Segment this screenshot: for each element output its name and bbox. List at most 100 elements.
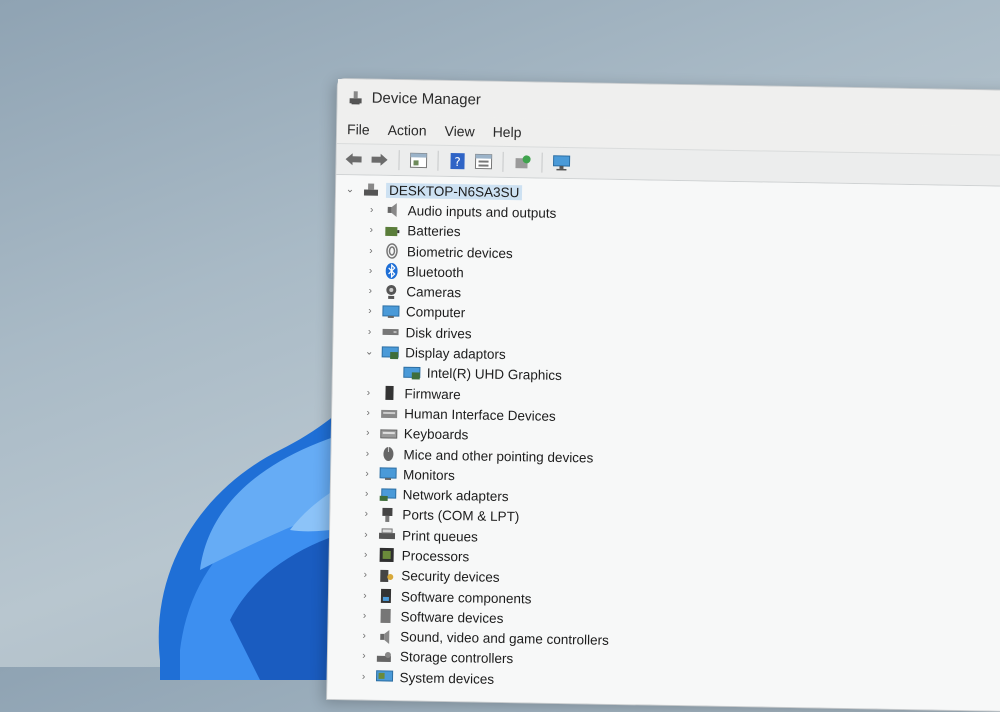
processor-icon: [378, 547, 396, 563]
menu-view[interactable]: View: [444, 123, 474, 140]
security-key-icon: [377, 568, 395, 584]
expand-chevron-icon[interactable]: ›: [361, 448, 373, 459]
device-manager-icon: [348, 89, 364, 105]
hid-icon: [380, 405, 398, 421]
tree-item-label: Biometric devices: [407, 244, 513, 261]
tree-item-label: Ports (COM & LPT): [402, 508, 519, 525]
tree-item-label: Human Interface Devices: [404, 406, 556, 424]
tree-item-label: Audio inputs and outputs: [408, 203, 557, 221]
tree-item-label: Batteries: [407, 223, 461, 239]
tree-item-label: Firmware: [404, 386, 461, 402]
tree-item-label: System devices: [399, 670, 494, 687]
computer-icon: [362, 182, 380, 198]
expand-chevron-icon[interactable]: ›: [358, 651, 370, 662]
tree-item-label: Monitors: [403, 467, 455, 483]
tree-item-label: Security devices: [401, 568, 500, 585]
expand-chevron-icon[interactable]: ›: [358, 631, 370, 642]
toolbar-separator: [398, 150, 399, 170]
collapse-chevron-icon[interactable]: ⌄: [363, 347, 375, 358]
monitor-icon: [379, 466, 397, 482]
tree-item-label: Print queues: [402, 528, 478, 544]
tree-item-label: Network adapters: [403, 487, 509, 504]
toolbar-separator: [541, 153, 542, 173]
mouse-icon: [379, 446, 397, 462]
tree-item-label: Cameras: [406, 284, 461, 300]
back-button[interactable]: [342, 148, 364, 170]
tree-item-label: Keyboards: [404, 426, 469, 442]
expand-chevron-icon[interactable]: ›: [359, 590, 371, 601]
tree-item-label: Mice and other pointing devices: [403, 447, 593, 465]
expand-chevron-icon[interactable]: ›: [361, 489, 373, 500]
expand-chevron-icon[interactable]: ›: [363, 326, 375, 337]
expand-chevron-icon[interactable]: ›: [361, 468, 373, 479]
expand-chevron-icon[interactable]: ›: [362, 407, 374, 418]
help-icon: ?: [449, 152, 465, 170]
fingerprint-icon: [383, 243, 401, 259]
tree-item-label: Software devices: [400, 609, 503, 626]
port-icon: [378, 507, 396, 523]
menu-action[interactable]: Action: [388, 122, 427, 139]
bluetooth-icon: [382, 263, 400, 279]
update-driver-icon: [513, 154, 531, 170]
monitor-icon: [382, 304, 400, 320]
back-icon: [344, 152, 362, 166]
forward-icon: [370, 153, 388, 167]
expand-chevron-icon[interactable]: ›: [364, 286, 376, 297]
tree-item-label: Software components: [401, 589, 532, 606]
expand-chevron-icon[interactable]: ›: [360, 549, 372, 560]
expand-chevron-icon[interactable]: ›: [357, 671, 369, 682]
toolbar-separator: [502, 152, 503, 172]
expand-chevron-icon[interactable]: ›: [359, 570, 371, 581]
device-tree: ⌄ DESKTOP-N6SA3SU › Audio inputs and out…: [327, 175, 1000, 711]
forward-button[interactable]: [368, 149, 390, 171]
device-manager-window: Device Manager File Action View Help ? ⌄…: [326, 78, 1000, 712]
properties-icon: [409, 152, 427, 168]
computer-name: DESKTOP-N6SA3SU: [386, 183, 523, 200]
storage-icon: [376, 649, 394, 665]
expand-chevron-icon[interactable]: ›: [362, 428, 374, 439]
update-driver-button[interactable]: [511, 151, 533, 173]
chip-icon: [380, 385, 398, 401]
menu-file[interactable]: File: [347, 121, 370, 137]
window-title: Device Manager: [372, 89, 481, 108]
properties-button[interactable]: [407, 149, 429, 171]
svg-text:?: ?: [454, 155, 461, 169]
display-adapter-icon: [403, 365, 421, 381]
software-device-icon: [376, 608, 394, 624]
help-button[interactable]: ?: [446, 150, 468, 172]
system-icon: [375, 669, 393, 685]
tree-item-label: Storage controllers: [400, 650, 514, 667]
display-adapter-icon: [381, 344, 399, 360]
tree-item-label: Bluetooth: [407, 264, 464, 280]
battery-icon: [383, 223, 401, 239]
expand-chevron-icon[interactable]: ›: [365, 225, 377, 236]
toolbar-separator: [437, 151, 438, 171]
expand-chevron-icon[interactable]: ›: [359, 610, 371, 621]
scan-hardware-icon: [552, 155, 570, 171]
tree-item-label: Display adaptors: [405, 345, 506, 362]
expand-chevron-icon[interactable]: ›: [362, 387, 374, 398]
camera-icon: [382, 283, 400, 299]
expand-chevron-icon[interactable]: ›: [364, 306, 376, 317]
view-icon: [474, 153, 492, 169]
software-component-icon: [377, 588, 395, 604]
expand-chevron-icon[interactable]: ›: [360, 509, 372, 520]
scan-hardware-button[interactable]: [550, 152, 572, 174]
tree-item-label: Intel(R) UHD Graphics: [427, 366, 562, 383]
tree-item-label: Computer: [406, 305, 466, 321]
expand-chevron-icon[interactable]: ›: [365, 245, 377, 256]
expand-chevron-icon[interactable]: ›: [366, 204, 378, 215]
menu-help[interactable]: Help: [493, 124, 522, 141]
view-button[interactable]: [472, 150, 494, 172]
disk-icon: [381, 324, 399, 340]
tree-item-label: Processors: [402, 548, 470, 564]
sound-icon: [376, 628, 394, 644]
speaker-icon: [384, 202, 402, 218]
keyboard-icon: [380, 426, 398, 442]
expand-chevron-icon[interactable]: ›: [360, 529, 372, 540]
tree-item-label: Disk drives: [405, 325, 471, 341]
expand-chevron-icon[interactable]: ›: [365, 265, 377, 276]
network-icon: [379, 486, 397, 502]
tree-item-label: Sound, video and game controllers: [400, 629, 609, 648]
collapse-chevron-icon[interactable]: ⌄: [344, 184, 356, 195]
